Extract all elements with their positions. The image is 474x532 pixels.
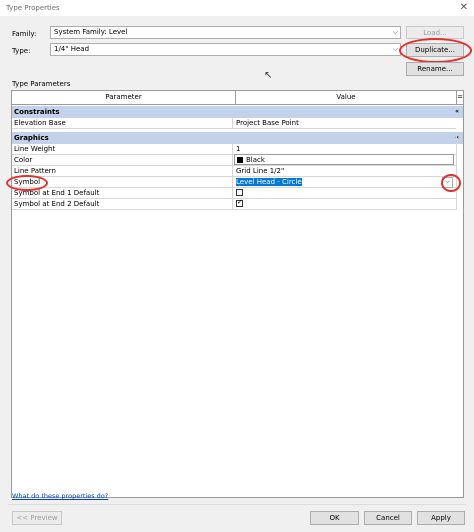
help-link[interactable]: What do these properties do?	[12, 492, 108, 500]
duplicate-button[interactable]: Duplicate...	[406, 43, 464, 57]
collapse-icon[interactable]: «	[455, 106, 459, 118]
parameter-name: Color	[12, 155, 233, 165]
parameter-name: Symbol at End 2 Default	[12, 199, 233, 209]
table-row[interactable]: Symbol at End 2 Default ✓	[12, 198, 456, 210]
ok-button[interactable]: OK	[310, 511, 359, 525]
group-label: Graphics	[14, 134, 49, 142]
parameter-value[interactable]: Grid Line 1/2"	[234, 166, 456, 176]
parameter-name: Symbol	[12, 177, 233, 187]
group-label: Constraints	[14, 108, 60, 116]
table-row[interactable]: Line Pattern Grid Line 1/2"	[12, 166, 456, 177]
symbol-select[interactable]: Level Head - Circle ⌵	[234, 177, 456, 188]
family-value: System Family: Level	[54, 28, 128, 36]
table-row[interactable]: Symbol at End 1 Default	[12, 188, 456, 199]
check-icon: ✓	[237, 198, 243, 206]
group-graphics[interactable]: Graphics «	[12, 132, 463, 144]
end1-checkbox[interactable]	[236, 189, 243, 196]
table-row[interactable]: Elevation Base Project Base Point	[12, 118, 456, 129]
chevron-down-icon: ⌵	[392, 28, 398, 36]
type-select[interactable]: 1/4" Head ⌵	[50, 43, 401, 56]
column-divider	[456, 132, 457, 210]
group-constraints[interactable]: Constraints «	[12, 106, 463, 118]
title-bar	[0, 0, 474, 16]
value-column-header[interactable]: Value	[235, 91, 456, 105]
color-name: Black	[246, 156, 265, 164]
symbol-value: Level Head - Circle	[236, 178, 302, 186]
table-row[interactable]: Color Black	[12, 154, 456, 166]
column-options-header[interactable]: =	[456, 91, 463, 105]
end2-checkbox[interactable]: ✓	[236, 198, 243, 207]
parameter-name: Line Weight	[12, 144, 233, 154]
cancel-button[interactable]: Cancel	[364, 511, 412, 525]
parameter-value	[234, 188, 456, 198]
apply-button[interactable]: Apply	[417, 511, 465, 525]
parameter-name: Symbol at End 1 Default	[12, 188, 233, 198]
chevron-down-icon: ⌵	[392, 45, 398, 53]
parameters-grid: Parameter Value = Constraints « Elevatio…	[11, 90, 464, 498]
parameter-value: ✓	[234, 198, 456, 209]
parameter-name: Line Pattern	[12, 166, 233, 176]
parameter-value[interactable]: 1	[234, 144, 456, 154]
family-select[interactable]: System Family: Level ⌵	[50, 26, 401, 39]
type-value: 1/4" Head	[54, 45, 90, 53]
divider	[8, 504, 466, 505]
parameter-column-header[interactable]: Parameter	[12, 91, 235, 105]
type-parameters-label: Type Parameters	[12, 80, 71, 88]
chevron-down-icon[interactable]: ⌵	[442, 177, 453, 188]
table-row[interactable]: Symbol Level Head - Circle ⌵	[12, 177, 456, 188]
parameter-name: Elevation Base	[12, 118, 233, 128]
parameter-value[interactable]: Project Base Point	[234, 118, 456, 128]
close-icon[interactable]: ✕	[460, 2, 468, 13]
family-label: Family:	[12, 30, 37, 38]
color-value-button[interactable]: Black	[234, 154, 454, 165]
preview-button[interactable]: << Preview	[12, 511, 62, 525]
type-label: Type:	[12, 47, 31, 55]
rename-button[interactable]: Rename...	[406, 62, 464, 76]
window-title: Type Properties	[6, 4, 60, 12]
color-swatch	[237, 157, 243, 163]
load-button[interactable]: Load...	[406, 26, 464, 39]
cursor-icon: ↖	[264, 70, 273, 81]
